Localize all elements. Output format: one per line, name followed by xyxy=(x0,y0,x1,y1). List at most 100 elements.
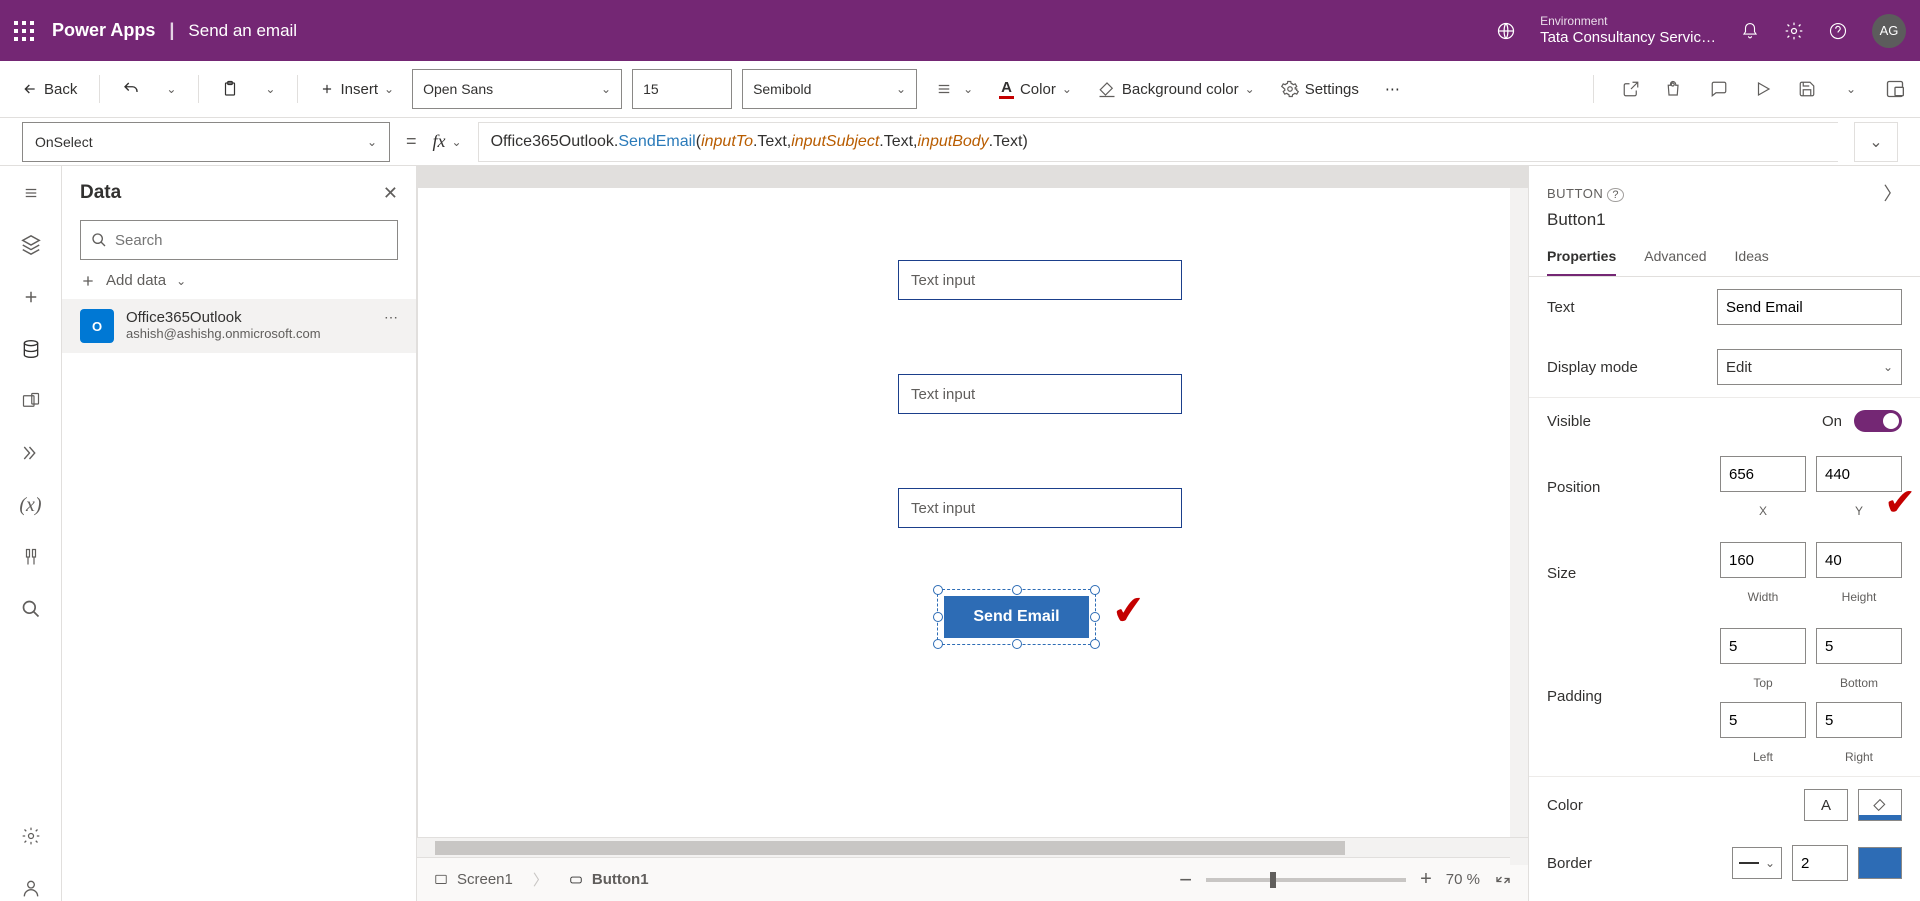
font-color-button[interactable]: A Color ⌄ xyxy=(991,71,1080,107)
text-input-subject[interactable]: Text input xyxy=(898,374,1182,414)
settings-rail-icon[interactable] xyxy=(18,823,44,849)
tools-icon[interactable] xyxy=(18,544,44,570)
text-input-body[interactable]: Text input xyxy=(898,488,1182,528)
publish-icon[interactable] xyxy=(1884,78,1906,100)
data-search-field[interactable] xyxy=(115,232,387,249)
tree-view-icon[interactable] xyxy=(18,180,44,206)
canvas-area[interactable]: Text input Text input Text input Send Em… xyxy=(417,188,1528,837)
prop-border-color-swatch[interactable] xyxy=(1858,847,1902,879)
undo-button[interactable] xyxy=(114,71,148,107)
outlook-connector-icon: O xyxy=(80,309,114,343)
font-family-value: Open Sans xyxy=(423,81,493,97)
brand-name: Power Apps xyxy=(52,20,155,41)
bg-color-button[interactable]: Background color ⌄ xyxy=(1090,71,1263,107)
comments-icon[interactable] xyxy=(1708,78,1730,100)
text-input-to[interactable]: Text input xyxy=(898,260,1182,300)
data-search-input[interactable] xyxy=(80,220,398,260)
add-pane-icon[interactable] xyxy=(18,284,44,310)
notifications-icon[interactable] xyxy=(1740,21,1760,41)
prop-size-label: Size xyxy=(1547,565,1576,582)
tab-properties[interactable]: Properties xyxy=(1547,240,1616,276)
variables-icon[interactable]: (x) xyxy=(18,492,44,518)
overflow-button[interactable]: ⋯ xyxy=(1377,71,1408,107)
prop-visible-toggle[interactable] xyxy=(1854,410,1902,432)
back-label: Back xyxy=(44,81,77,98)
canvas-horizontal-scrollbar[interactable] xyxy=(417,837,1528,857)
align-button[interactable]: ⌄ xyxy=(927,71,981,107)
data-source-item[interactable]: O Office365Outlook ashish@ashishg.onmicr… xyxy=(62,299,416,353)
prop-font-color-swatch[interactable]: A xyxy=(1804,789,1848,821)
environment-label: Environment xyxy=(1540,14,1716,28)
insert-button[interactable]: Insert ⌄ xyxy=(312,71,402,107)
zoom-out-button[interactable]: − xyxy=(1179,867,1192,893)
help-icon[interactable] xyxy=(1828,21,1848,41)
annotation-check-icon: ✔ xyxy=(1110,587,1147,636)
tab-advanced[interactable]: Advanced xyxy=(1644,240,1706,276)
power-automate-icon[interactable] xyxy=(18,440,44,466)
formula-input[interactable]: Office365Outlook.SendEmail(inputTo.Text,… xyxy=(478,122,1838,162)
tab-ideas[interactable]: Ideas xyxy=(1735,240,1769,276)
fit-to-screen-button[interactable] xyxy=(1494,871,1512,889)
prop-padding-label: Padding xyxy=(1547,688,1602,705)
zoom-in-button[interactable]: + xyxy=(1420,868,1432,891)
data-source-more-button[interactable]: ⋯ xyxy=(384,309,398,326)
settings-gear-icon[interactable] xyxy=(1784,21,1804,41)
prop-pad-bottom-input[interactable] xyxy=(1816,628,1902,664)
send-email-button[interactable]: Send Email xyxy=(944,596,1089,638)
property-selector[interactable]: OnSelect ⌄ xyxy=(22,122,390,162)
close-panel-button[interactable]: ✕ xyxy=(383,183,398,204)
control-name: Button1 xyxy=(1529,210,1920,240)
font-size-value: 15 xyxy=(643,81,659,97)
prop-pad-right-input[interactable] xyxy=(1816,702,1902,738)
save-split-icon[interactable]: ⌄ xyxy=(1840,78,1862,100)
status-bar: Screen1 〉 Button1 − + 70 % xyxy=(417,857,1528,901)
insert-pane-icon[interactable] xyxy=(18,232,44,258)
settings-button[interactable]: Settings xyxy=(1273,71,1367,107)
prop-pad-left-input[interactable] xyxy=(1720,702,1806,738)
prop-text-label: Text xyxy=(1547,299,1575,316)
prop-width-input[interactable] xyxy=(1720,542,1806,578)
zoom-slider[interactable] xyxy=(1206,878,1406,882)
user-avatar[interactable]: AG xyxy=(1872,14,1906,48)
panel-collapse-icon[interactable]: 〉 xyxy=(1884,180,1903,206)
save-icon[interactable] xyxy=(1796,78,1818,100)
undo-split-button[interactable]: ⌄ xyxy=(158,71,184,107)
prop-fill-color-swatch[interactable] xyxy=(1858,789,1902,821)
search-rail-icon[interactable] xyxy=(18,596,44,622)
back-button[interactable]: Back xyxy=(14,71,85,107)
environment-name: Tata Consultancy Servic… xyxy=(1540,29,1716,47)
brand-separator: | xyxy=(169,20,174,41)
prop-text-input[interactable] xyxy=(1717,289,1902,325)
environment-picker[interactable]: Environment Tata Consultancy Servic… xyxy=(1540,14,1716,46)
data-source-account: ashish@ashishg.onmicrosoft.com xyxy=(126,326,321,341)
add-data-button[interactable]: Add data ⌄ xyxy=(80,272,398,289)
share-icon[interactable] xyxy=(1620,78,1642,100)
font-size-input[interactable]: 15 xyxy=(632,69,732,109)
prop-pos-x-input[interactable] xyxy=(1720,456,1806,492)
environment-icon[interactable] xyxy=(1496,21,1516,41)
virtual-agent-icon[interactable] xyxy=(18,875,44,901)
preview-play-icon[interactable] xyxy=(1752,78,1774,100)
font-weight-select[interactable]: Semibold⌄ xyxy=(742,69,917,109)
prop-pad-top-input[interactable] xyxy=(1720,628,1806,664)
app-header: Power Apps | Send an email Environment T… xyxy=(0,0,1920,61)
breadcrumb-control[interactable]: Button1 xyxy=(568,871,649,888)
prop-displaymode-select[interactable]: Edit⌄ xyxy=(1717,349,1902,385)
fx-icon[interactable]: fx ⌄ xyxy=(433,131,462,152)
font-family-select[interactable]: Open Sans⌄ xyxy=(412,69,622,109)
control-type-label: BUTTON xyxy=(1547,186,1603,201)
prop-border-style-select[interactable]: ⌄ xyxy=(1732,847,1782,879)
canvas-vertical-scrollbar[interactable] xyxy=(1510,188,1528,865)
data-pane-icon[interactable] xyxy=(18,336,44,362)
prop-border-width-input[interactable] xyxy=(1792,845,1848,881)
paste-split-button[interactable]: ⌄ xyxy=(257,71,283,107)
prop-height-input[interactable] xyxy=(1816,542,1902,578)
help-badge-icon[interactable]: ? xyxy=(1607,188,1624,202)
data-source-name: Office365Outlook xyxy=(126,309,321,326)
media-pane-icon[interactable] xyxy=(18,388,44,414)
app-launcher-icon[interactable] xyxy=(14,21,34,41)
paste-button[interactable] xyxy=(213,71,247,107)
formula-expand-button[interactable]: ⌄ xyxy=(1854,122,1898,162)
app-checker-icon[interactable] xyxy=(1664,78,1686,100)
breadcrumb-screen[interactable]: Screen1 xyxy=(433,871,513,888)
